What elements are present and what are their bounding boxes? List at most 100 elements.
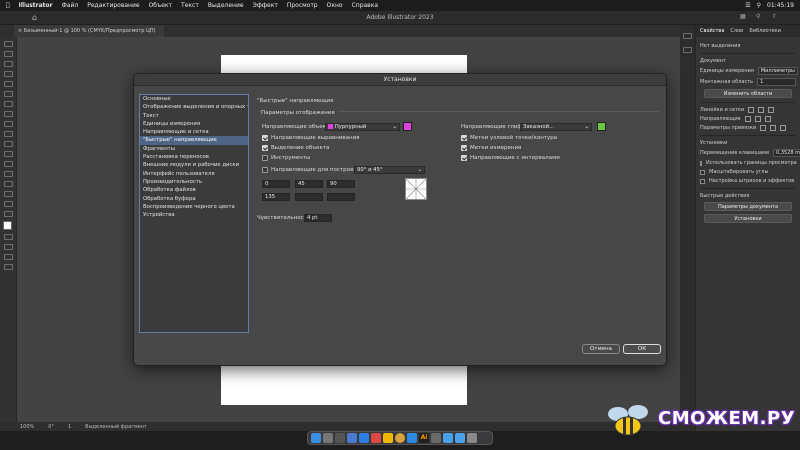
menu-help[interactable]: Справка xyxy=(352,2,378,9)
direct-selection-tool-icon[interactable] xyxy=(4,51,13,57)
category-smart-guides[interactable]: "Быстрые" направляющие xyxy=(140,136,248,145)
tab-libraries[interactable]: Библиотеки xyxy=(749,28,781,34)
smart-guides-icon[interactable] xyxy=(764,116,771,122)
category-black-appearance[interactable]: Воспроизведение черного цвета xyxy=(140,203,248,211)
zoom-tool-icon[interactable] xyxy=(4,211,13,217)
blend-tool-icon[interactable] xyxy=(4,181,13,187)
lock-guides-icon[interactable] xyxy=(754,116,761,122)
hand-tool-icon[interactable] xyxy=(4,201,13,207)
category-hyphenation[interactable]: Расстановка переносов xyxy=(140,153,248,161)
category-type[interactable]: Текст xyxy=(140,112,248,120)
scale-strokes-checkbox[interactable] xyxy=(700,178,705,184)
draw-mode-icon[interactable] xyxy=(4,244,13,250)
artboard-tool-icon[interactable] xyxy=(4,191,13,197)
width-tool-icon[interactable] xyxy=(4,141,13,147)
clock[interactable]: 01:45:19 xyxy=(767,2,794,9)
acrobat-icon[interactable] xyxy=(395,433,405,443)
properties-icon[interactable] xyxy=(683,33,692,39)
anchor-path-labels-checkbox[interactable] xyxy=(461,135,467,141)
tolerance-field[interactable]: 4 pt xyxy=(304,214,332,222)
category-list[interactable]: Основные Отображение выделения и опорных… xyxy=(139,94,249,333)
nudge-field[interactable]: 0,3528 mr xyxy=(773,149,800,157)
menu-select[interactable]: Выделение xyxy=(208,2,244,9)
documents-folder-icon[interactable] xyxy=(455,433,465,443)
category-slices[interactable]: Фрагменты xyxy=(140,145,248,153)
downloads-folder-icon[interactable] xyxy=(443,433,453,443)
layers-icon[interactable] xyxy=(683,47,692,53)
menu-window[interactable]: Окно xyxy=(327,2,343,9)
snap-glyph-icon[interactable] xyxy=(780,125,787,131)
angle-field-5[interactable] xyxy=(295,193,323,201)
rotate-view[interactable]: 0° xyxy=(48,424,54,430)
category-general[interactable]: Основные xyxy=(140,95,248,103)
edit-artboards-button[interactable]: Изменить области xyxy=(704,89,792,98)
search-icon[interactable]: ⚲ xyxy=(757,2,761,9)
calendar-icon[interactable] xyxy=(371,433,381,443)
object-highlighting-checkbox[interactable] xyxy=(262,145,268,151)
angle-field-6[interactable] xyxy=(327,193,355,201)
menu-effect[interactable]: Эффект xyxy=(253,2,278,9)
construction-guides-checkbox[interactable] xyxy=(262,167,268,173)
object-guides-dropdown[interactable]: Пурпурный ⌄ xyxy=(325,123,400,131)
launchpad-icon[interactable] xyxy=(323,433,333,443)
alignment-guides-checkbox[interactable] xyxy=(262,135,268,141)
document-tab[interactable]: × Безымянный-1 @ 100 % (CMYK/Предпросмот… xyxy=(14,25,164,37)
rotate-tool-icon[interactable] xyxy=(4,111,13,117)
pen-tool-icon[interactable] xyxy=(4,61,13,67)
status-mode[interactable]: Выделенный фрагмент xyxy=(85,424,147,430)
curvature-tool-icon[interactable] xyxy=(4,71,13,77)
notes-icon[interactable] xyxy=(383,433,393,443)
ruler-icon[interactable] xyxy=(748,107,755,113)
zoom-level[interactable]: 100% xyxy=(20,424,34,430)
category-selection-display[interactable]: Отображение выделения и опорных точек xyxy=(140,103,248,111)
grid-icon[interactable] xyxy=(758,107,765,113)
share-icon[interactable]: ⇧ xyxy=(772,13,777,20)
pixel-grid-icon[interactable] xyxy=(768,107,775,113)
cancel-button[interactable]: Отмена xyxy=(582,344,620,354)
preview-icon[interactable] xyxy=(431,433,441,443)
category-devices[interactable]: Устройства xyxy=(140,211,248,219)
measurement-labels-checkbox[interactable] xyxy=(461,145,467,151)
artboard-number[interactable]: 1 xyxy=(68,424,71,430)
fill-swatch[interactable] xyxy=(3,221,12,230)
angle-field-2[interactable]: 45 xyxy=(295,180,323,188)
gradient-tool-icon[interactable] xyxy=(4,161,13,167)
menu-text[interactable]: Текст xyxy=(181,2,199,9)
rectangle-tool-icon[interactable] xyxy=(4,81,13,87)
selection-tool-icon[interactable] xyxy=(4,41,13,47)
arrange-icon[interactable]: ▦ xyxy=(740,13,746,20)
scale-corners-checkbox[interactable] xyxy=(700,169,705,175)
app-store-icon[interactable] xyxy=(407,433,417,443)
document-setup-button[interactable]: Параметры документа xyxy=(704,202,792,211)
category-user-interface[interactable]: Интерфейс пользователя xyxy=(140,170,248,178)
finder-icon[interactable] xyxy=(311,433,321,443)
object-guides-swatch[interactable] xyxy=(403,122,412,131)
snap-point-icon[interactable] xyxy=(760,125,767,131)
transform-tools-checkbox[interactable] xyxy=(262,155,268,161)
more-tools-icon[interactable] xyxy=(4,264,13,270)
category-clipboard[interactable]: Обработка буфера xyxy=(140,195,248,203)
system-settings-icon[interactable] xyxy=(335,433,345,443)
eraser-tool-icon[interactable] xyxy=(4,121,13,127)
tab-layers[interactable]: Слои xyxy=(730,28,743,34)
menu-file[interactable]: Файл xyxy=(62,2,79,9)
mail-icon[interactable] xyxy=(359,433,369,443)
apple-icon[interactable]:  xyxy=(6,2,10,9)
screen-mode-icon[interactable] xyxy=(4,254,13,260)
show-guides-icon[interactable] xyxy=(744,116,751,122)
artboard-dropdown[interactable]: 1 xyxy=(757,78,796,86)
snap-pixel-icon[interactable] xyxy=(770,125,777,131)
angle-field-3[interactable]: 90 xyxy=(327,180,355,188)
trash-icon[interactable] xyxy=(467,433,477,443)
preferences-button[interactable]: Установки xyxy=(704,214,792,223)
menu-object[interactable]: Объект xyxy=(149,2,172,9)
category-file-handling[interactable]: Обработка файлов xyxy=(140,186,248,194)
units-dropdown[interactable]: Миллиметры xyxy=(757,67,798,75)
use-preview-bounds-checkbox[interactable] xyxy=(700,160,702,166)
category-guides-grid[interactable]: Направляющие и сетка xyxy=(140,128,248,136)
menu-app[interactable]: Illustrator xyxy=(19,2,53,9)
illustrator-icon[interactable]: Ai xyxy=(419,433,429,443)
shape-builder-tool-icon[interactable] xyxy=(4,151,13,157)
swap-colors-icon[interactable] xyxy=(4,234,13,240)
search-help-icon[interactable]: ⚲ xyxy=(756,13,760,20)
